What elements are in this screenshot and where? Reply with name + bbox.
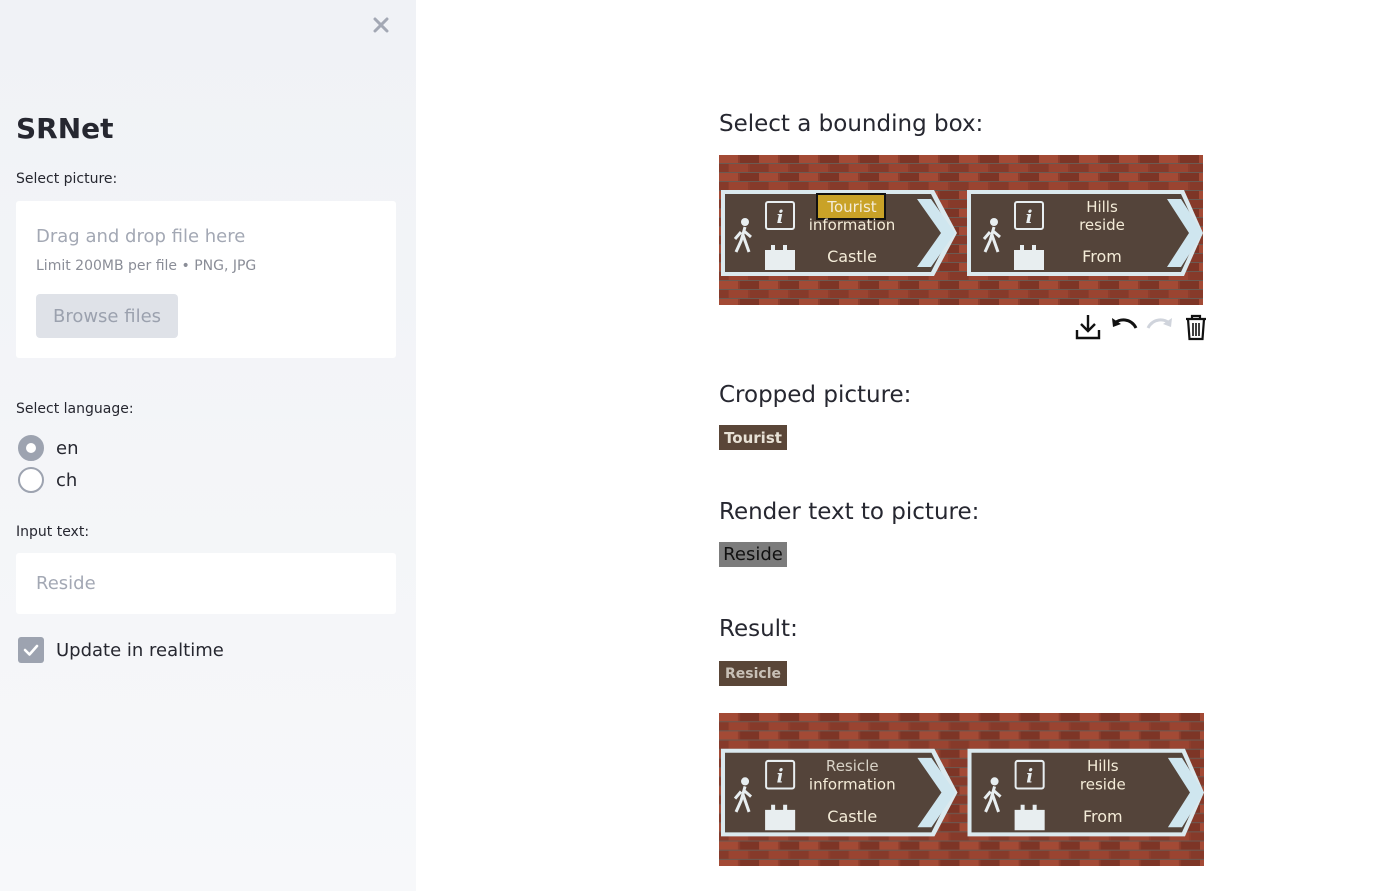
file-dropzone[interactable]: Drag and drop file here Limit 200MB per … [16, 201, 396, 358]
dropzone-limit: Limit 200MB per file • PNG, JPG [36, 258, 257, 274]
result-image: i Resicle information Castle i Hills res… [719, 713, 1204, 866]
undo-icon [1112, 318, 1138, 329]
render-image: Reside [719, 542, 787, 567]
realtime-label: Update in realtime [56, 639, 224, 661]
svg-text:i: i [1026, 207, 1033, 228]
browse-files-button[interactable]: Browse files [36, 294, 178, 338]
original-left-line2: information [809, 216, 896, 234]
result-right-line1: Hills [1087, 757, 1119, 775]
svg-text:i: i [777, 766, 784, 787]
result-left-line2: information [809, 775, 896, 793]
app-title: SRNet [16, 112, 114, 145]
radio-button-selected[interactable] [18, 435, 44, 461]
result-left-line3: Castle [827, 807, 877, 826]
trash-icon [1186, 314, 1206, 341]
original-right-line3: From [1082, 247, 1122, 266]
svg-text:i: i [777, 207, 784, 228]
bbox-heading: Select a bounding box: [719, 111, 984, 137]
close-sidebar-button[interactable] [368, 12, 394, 38]
original-left-line3: Castle [827, 247, 877, 266]
checkmark-icon [23, 644, 39, 656]
picture-label: Select picture: [16, 171, 118, 187]
render-heading: Render text to picture: [719, 499, 980, 525]
radio-label: en [56, 437, 79, 459]
result-heading: Result: [719, 616, 798, 642]
radio-button[interactable] [18, 467, 44, 493]
cropped-image: Tourist [719, 425, 787, 450]
redo-icon [1146, 318, 1172, 329]
text-input[interactable] [16, 553, 396, 614]
realtime-checkbox[interactable] [18, 637, 44, 663]
radio-ch[interactable]: ch [18, 467, 77, 493]
result-right-line3: From [1083, 807, 1123, 826]
delete-button[interactable] [1180, 311, 1212, 343]
input-text-label: Input text: [16, 524, 90, 540]
realtime-checkbox-row[interactable]: Update in realtime [18, 637, 224, 663]
undo-button[interactable] [1108, 311, 1140, 343]
result-sign-image: i Resicle information Castle i Hills res… [719, 713, 1204, 866]
download-button[interactable] [1072, 311, 1104, 343]
original-left-line1: Tourist [826, 198, 876, 216]
original-right-line1: Hills [1086, 198, 1118, 216]
language-label: Select language: [16, 401, 134, 417]
download-icon [1075, 315, 1101, 340]
result-crop-image: Resicle [719, 661, 787, 686]
original-right-line2: reside [1079, 216, 1125, 234]
cropped-heading: Cropped picture: [719, 382, 912, 408]
redo-button[interactable] [1144, 311, 1176, 343]
svg-text:i: i [1026, 766, 1033, 787]
result-right-line2: reside [1080, 775, 1126, 793]
radio-en[interactable]: en [18, 435, 78, 461]
result-left-line1: Resicle [826, 757, 879, 775]
close-icon [373, 17, 389, 33]
bbox-canvas[interactable]: i Tourist information Castle i Hills res… [719, 155, 1203, 305]
canvas-toolbar [1072, 311, 1212, 343]
dropzone-text: Drag and drop file here [36, 226, 246, 247]
radio-label: ch [56, 469, 78, 491]
sign-image: i Tourist information Castle i Hills res… [719, 155, 1203, 305]
sidebar: SRNet Select picture: Drag and drop file… [0, 0, 416, 891]
